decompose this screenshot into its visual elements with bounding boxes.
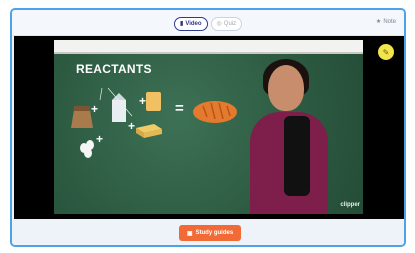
notes-label: Note bbox=[383, 18, 396, 25]
study-guides-button[interactable]: ▣ Study guides bbox=[179, 225, 241, 241]
presenter-face bbox=[268, 65, 304, 111]
tab-video-label: Video bbox=[185, 20, 202, 27]
video-icon: ▮ bbox=[180, 21, 184, 27]
equals-sign: = bbox=[175, 100, 184, 117]
edit-fab-button[interactable]: ✎ bbox=[378, 44, 394, 60]
app-frame: ▮ Video ◎ Quiz ★ Note REACTANTS + + + + … bbox=[10, 8, 406, 247]
view-toggle: ▮ Video ◎ Quiz bbox=[174, 16, 246, 31]
board-edge bbox=[54, 40, 363, 54]
ingredients-illustration bbox=[71, 88, 162, 158]
brand-logo: clipper bbox=[340, 202, 360, 208]
butter-icon bbox=[136, 124, 162, 138]
tab-quiz-label: Quiz bbox=[223, 20, 237, 27]
bottom-bar: ▣ Study guides bbox=[12, 219, 404, 245]
quiz-icon: ◎ bbox=[216, 21, 222, 27]
plus-sign: + bbox=[96, 132, 104, 146]
top-bar: ▮ Video ◎ Quiz ★ Note bbox=[12, 10, 404, 36]
video-player[interactable]: REACTANTS + + + + = clipper ✎ bbox=[14, 36, 404, 219]
video-frame[interactable]: REACTANTS + + + + = clipper bbox=[54, 40, 363, 214]
star-icon: ★ bbox=[375, 19, 382, 25]
plus-sign: + bbox=[91, 102, 99, 116]
study-guides-label: Study guides bbox=[195, 230, 234, 236]
plus-sign: + bbox=[128, 119, 136, 133]
tab-video[interactable]: ▮ Video bbox=[174, 16, 208, 31]
egg-icon bbox=[80, 140, 94, 158]
pencil-icon: ✎ bbox=[382, 47, 390, 57]
presenter-scarf bbox=[284, 116, 310, 196]
bread-icon bbox=[193, 101, 237, 123]
plus-sign: + bbox=[139, 94, 147, 108]
tab-quiz[interactable]: ◎ Quiz bbox=[210, 16, 243, 31]
slide-title: REACTANTS bbox=[76, 62, 152, 76]
book-icon: ▣ bbox=[186, 230, 193, 237]
yeast-icon bbox=[146, 92, 161, 111]
flour-bag-icon bbox=[71, 106, 93, 128]
notes-button[interactable]: ★ Note bbox=[375, 18, 396, 26]
milk-carton-icon bbox=[112, 93, 126, 122]
